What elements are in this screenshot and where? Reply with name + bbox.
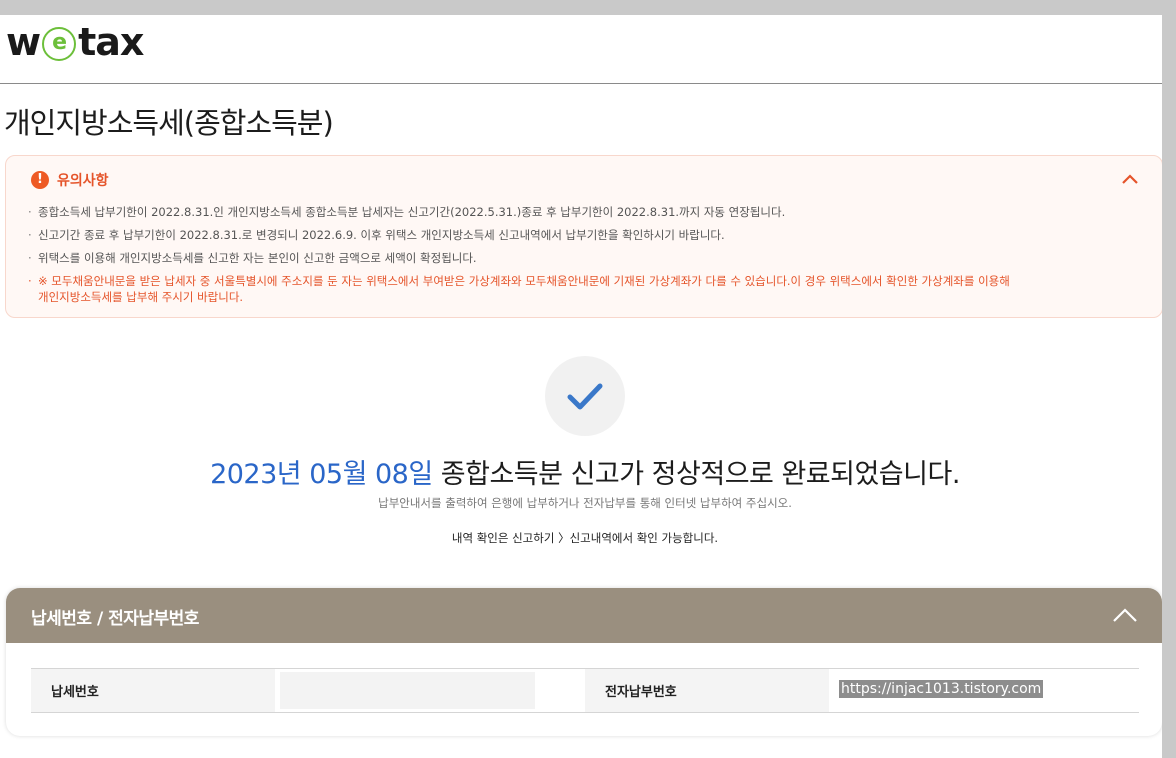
tax-panel-header[interactable]: 납세번호 / 전자납부번호 xyxy=(6,588,1162,643)
notice-warning-line2: 개인지방소득세를 납부해 주시기 바랍니다. xyxy=(38,290,244,304)
watermark-text: https://injac1013.tistory.com xyxy=(839,680,1044,698)
site-header: w e tax xyxy=(0,15,1162,84)
checkmark-icon xyxy=(567,383,603,410)
redacted-block xyxy=(280,672,535,709)
notice-header[interactable]: ! 유의사항 xyxy=(31,170,109,190)
chevron-up-icon[interactable] xyxy=(1112,606,1138,624)
window-frame-top xyxy=(0,0,1176,15)
notice-warning-item: ※ 모두채움안내문을 받은 납세자 중 서울특별시에 주소지를 둔 자는 위택스… xyxy=(28,273,1128,305)
tax-number-table: 납세번호 전자납부번호 https://injac1013.tistory.co… xyxy=(31,668,1139,713)
success-check-badge xyxy=(545,356,625,436)
completion-text: 종합소득분 신고가 정상적으로 완료되었습니다. xyxy=(432,459,961,490)
notice-item: 위택스를 이용해 개인지방소득세를 신고한 자는 본인이 신고한 금액으로 세액… xyxy=(28,250,1128,266)
epay-number-value: https://injac1013.tistory.com xyxy=(829,669,1139,712)
notice-item: 종합소득세 납부기한이 2022.8.31.인 개인지방소득세 종합소득분 납세… xyxy=(28,204,1128,220)
completion-message: 2023년 05월 08일 종합소득분 신고가 정상적으로 완료되었습니다. xyxy=(0,452,1170,491)
tax-number-label: 납세번호 xyxy=(31,669,275,712)
window-frame-right xyxy=(1162,0,1176,758)
notice-warning-line1: ※ 모두채움안내문을 받은 납세자 중 서울특별시에 주소지를 둔 자는 위택스… xyxy=(38,274,1010,288)
tax-number-value xyxy=(275,669,585,712)
exclamation-icon: ! xyxy=(31,171,49,189)
main-content: 개인지방소득세(종합소득분) ! 유의사항 종합소득세 납부기한이 2022.8… xyxy=(0,84,1163,758)
wetax-logo[interactable]: w e tax xyxy=(6,20,144,64)
history-guide-text: 내역 확인은 신고하기 〉신고내역에서 확인 가능합니다. xyxy=(451,531,719,545)
tax-number-panel: 납세번호 / 전자납부번호 납세번호 전자납부번호 https://injac1… xyxy=(6,588,1162,736)
tax-panel-title: 납세번호 / 전자납부번호 xyxy=(31,609,199,629)
chevron-up-icon[interactable] xyxy=(1120,170,1140,188)
notice-box: ! 유의사항 종합소득세 납부기한이 2022.8.31.인 개인지방소득세 종… xyxy=(5,155,1163,318)
logo-e-mark: e xyxy=(42,27,77,61)
completion-date: 2023년 05월 08일 xyxy=(210,459,433,490)
epay-number-label: 전자납부번호 xyxy=(585,669,829,712)
notice-item: 신고기간 종료 후 납부기한이 2022.8.31.로 변경되니 2022.6.… xyxy=(28,227,1128,243)
notice-list: 종합소득세 납부기한이 2022.8.31.인 개인지방소득세 종합소득분 납세… xyxy=(28,204,1128,312)
payment-guide-text: 납부안내서를 출력하여 은행에 납부하거나 전자납부를 통해 인터넷 납부하여 … xyxy=(378,496,792,510)
notice-title: 유의사항 xyxy=(57,173,109,189)
page-title: 개인지방소득세(종합소득분) xyxy=(4,106,334,140)
